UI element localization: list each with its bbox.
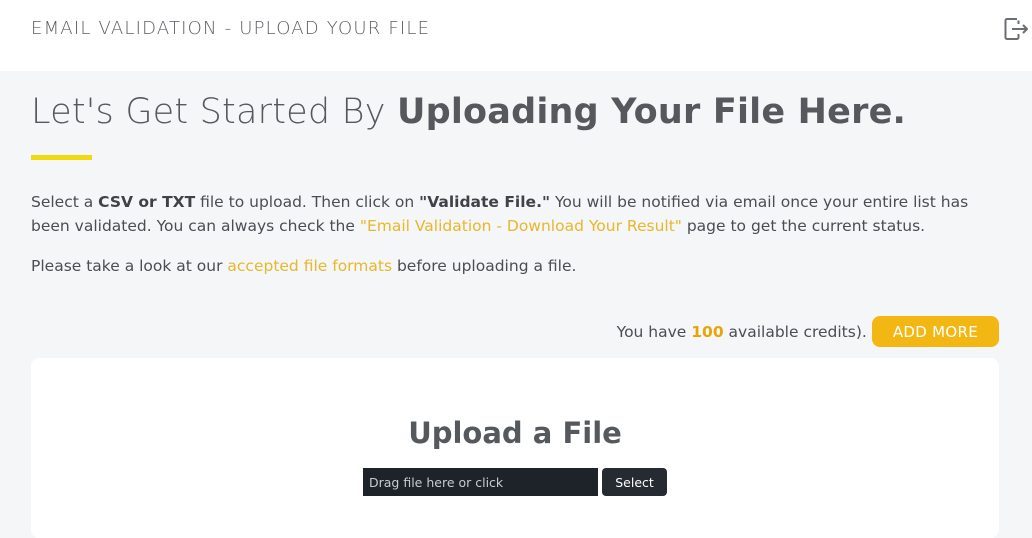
top-bar: EMAIL VALIDATION - UPLOAD YOUR FILE	[0, 0, 1032, 71]
credits-count: 100	[691, 322, 724, 341]
upload-card: Upload a File Drag file here or click Se…	[31, 358, 999, 538]
heading-light-text: Let's Get Started By	[31, 92, 397, 132]
download-result-link[interactable]: "Email Validation - Download Your Result…	[360, 217, 682, 235]
file-drop-input[interactable]: Drag file here or click	[363, 468, 598, 496]
logout-icon[interactable]	[1002, 15, 1030, 43]
credits-row: You have 100 available credits). ADD MOR…	[617, 316, 999, 347]
formats-paragraph: Please take a look at our accepted file …	[31, 257, 577, 275]
heading-underline	[31, 155, 92, 160]
select-file-button[interactable]: Select	[602, 468, 667, 496]
page-header-title: EMAIL VALIDATION - UPLOAD YOUR FILE	[31, 18, 431, 39]
heading-bold-text: Uploading Your File Here.	[396, 92, 906, 132]
accepted-formats-link[interactable]: accepted file formats	[227, 257, 392, 275]
instructions-paragraph: Select a CSV or TXT file to upload. Then…	[31, 193, 969, 235]
credits-text: You have 100 available credits).	[616, 322, 867, 341]
page-heading: Let's Get Started By Uploading Your File…	[31, 92, 906, 132]
add-more-button[interactable]: ADD MORE	[871, 316, 999, 347]
upload-title: Upload a File	[408, 416, 622, 450]
